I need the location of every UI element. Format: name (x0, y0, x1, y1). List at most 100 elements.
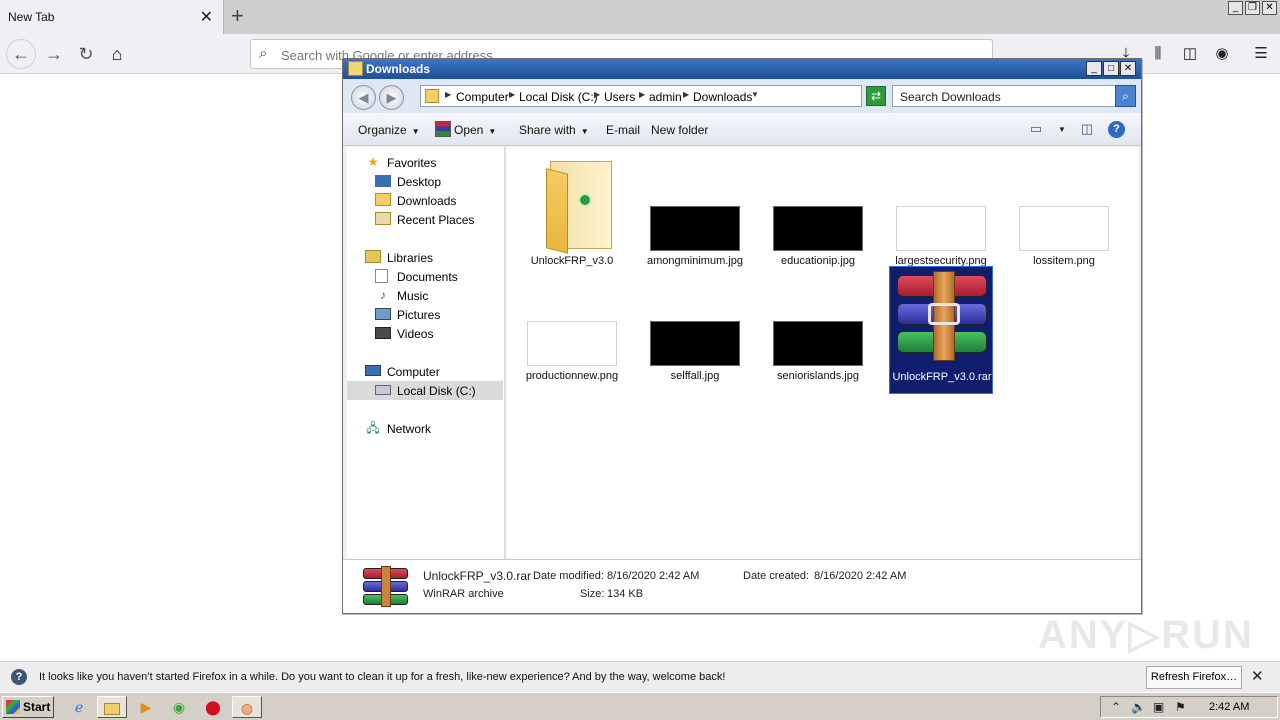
refresh-firefox-button[interactable]: Refresh Firefox… (1146, 666, 1242, 689)
close-icon[interactable]: ✕ (1262, 1, 1277, 15)
internet-explorer-icon[interactable]: ℯ (64, 696, 94, 718)
chevron-down-icon: ▼ (580, 127, 589, 136)
forward-arrow-icon[interactable]: → (40, 41, 68, 67)
breadcrumb-users[interactable]: Users (604, 90, 635, 104)
nav-label: Videos (397, 327, 434, 341)
share-with-button[interactable]: Share with ▼ (519, 123, 589, 137)
file-item[interactable]: lossitem.png (1012, 151, 1116, 277)
breadcrumb-admin[interactable]: admin (649, 90, 682, 104)
help-icon[interactable]: ? (1108, 121, 1125, 138)
image-thumbnail (650, 321, 740, 366)
minimize-icon[interactable]: _ (1086, 61, 1102, 76)
firefox-icon[interactable]: ◍ (232, 696, 262, 718)
file-item[interactable]: amongminimum.jpg (643, 151, 747, 277)
volume-icon[interactable]: 🔈 (1131, 700, 1146, 714)
opera-icon[interactable]: ⬤ (198, 696, 228, 718)
refresh-icon[interactable]: ⇄ (866, 86, 886, 106)
home-icon[interactable]: ⌂ (103, 41, 131, 67)
nav-music[interactable]: ♪ Music (347, 286, 503, 305)
breadcrumb-arrow-icon[interactable]: ▶ (445, 90, 451, 99)
file-item[interactable]: productionnew.png (520, 266, 624, 392)
nav-network[interactable]: 🖧 Network (347, 419, 503, 438)
browser-tab-bar: New Tab ✕ + _ ❐ ✕ (0, 0, 1280, 34)
disk-icon (375, 385, 391, 395)
forward-arrow-icon[interactable]: ▶ (379, 85, 404, 110)
tab-title: New Tab (8, 10, 55, 24)
tab-new-tab[interactable]: New Tab ✕ (0, 0, 224, 34)
address-bar[interactable]: ▶ Computer ▶ Local Disk (C:) ▶ Users ▶ a… (420, 85, 932, 107)
restore-icon[interactable]: ❐ (1245, 1, 1260, 15)
chevron-down-icon[interactable]: ▼ (1053, 125, 1071, 141)
show-hidden-icon[interactable]: ⌃ (1111, 700, 1121, 714)
close-icon[interactable]: ✕ (1120, 61, 1136, 76)
image-thumbnail (773, 321, 863, 366)
breadcrumb-local-disk[interactable]: Local Disk (C:) (519, 90, 598, 104)
breadcrumb-arrow-icon[interactable]: ▶ (683, 90, 689, 99)
clock[interactable]: 2:42 AM (1209, 701, 1249, 713)
file-name: lossitem.png (1033, 255, 1095, 267)
sidebar-icon[interactable]: ◫ (1178, 43, 1202, 65)
breadcrumb-arrow-icon[interactable]: ▶ (509, 90, 515, 99)
winrar-archive-icon (897, 271, 987, 361)
breadcrumb-arrow-icon[interactable]: ▼ (751, 90, 759, 99)
chrome-icon[interactable]: ◉ (164, 696, 194, 718)
nav-desktop[interactable]: Desktop (347, 172, 503, 191)
nav-libraries[interactable]: Libraries (347, 248, 503, 267)
nav-local-disk[interactable]: Local Disk (C:) (347, 381, 503, 400)
file-item[interactable]: UnlockFRP_v3.0 (520, 151, 624, 277)
nav-label: Network (387, 422, 432, 436)
nav-computer[interactable]: Computer (347, 362, 503, 381)
nav-label: Documents (397, 270, 458, 284)
view-options-icon[interactable]: ▭ (1027, 121, 1045, 137)
file-item[interactable]: selffall.jpg (643, 266, 747, 392)
nav-favorites[interactable]: ★ Favorites (347, 153, 503, 172)
tab-close-icon[interactable]: ✕ (200, 7, 213, 27)
breadcrumb-downloads[interactable]: Downloads (693, 90, 752, 104)
minimize-icon[interactable]: _ (1228, 1, 1243, 15)
start-button[interactable]: Start (2, 696, 54, 718)
image-thumbnail (650, 206, 740, 251)
menu-icon[interactable]: ☰ (1249, 43, 1273, 65)
explorer-taskbar-icon[interactable] (97, 696, 127, 718)
email-button[interactable]: E-mail (606, 123, 640, 137)
new-tab-button[interactable]: + (231, 3, 244, 29)
media-player-icon[interactable]: ▶ (131, 696, 161, 718)
action-center-flag-icon[interactable]: ⚑ (1175, 700, 1186, 714)
breadcrumb-computer[interactable]: Computer (456, 90, 509, 104)
maximize-icon[interactable]: □ (1103, 61, 1119, 76)
search-icon[interactable]: ⌕ (1115, 85, 1136, 107)
nav-documents[interactable]: Documents (347, 267, 503, 286)
file-name: seniorislands.jpg (777, 370, 859, 382)
search-input[interactable]: Search Downloads (892, 85, 1116, 107)
reload-icon[interactable]: ↻ (72, 41, 100, 67)
open-button[interactable]: Open ▼ (454, 123, 496, 137)
file-item[interactable]: largestsecurity.png (889, 151, 993, 277)
file-item[interactable]: educationip.jpg (766, 151, 870, 277)
account-icon[interactable]: ◉ (1210, 43, 1234, 65)
search-placeholder: Search Downloads (900, 90, 1001, 104)
nav-recent-places[interactable]: Recent Places (347, 210, 503, 229)
address-row: ◀ ▶ ▶ Computer ▶ Local Disk (C:) ▶ Users… (343, 79, 1141, 113)
nav-label: Music (397, 289, 429, 303)
explorer-title-bar[interactable]: Downloads _ □ ✕ (343, 59, 1141, 79)
breadcrumb-arrow-icon[interactable]: ▶ (594, 90, 600, 99)
folder-icon (348, 61, 363, 76)
close-icon[interactable]: ✕ (1251, 667, 1264, 685)
nav-videos[interactable]: Videos (347, 324, 503, 343)
library-icon[interactable]: ⫼ (1146, 43, 1170, 65)
nav-pictures[interactable]: Pictures (347, 305, 503, 324)
preview-pane-icon[interactable]: ◫ (1078, 121, 1096, 137)
organize-button[interactable]: Organize ▼ (358, 123, 420, 137)
network-icon[interactable]: ▣ (1153, 700, 1164, 714)
file-item[interactable]: seniorislands.jpg (766, 266, 870, 392)
file-item-selected[interactable]: UnlockFRP_v3.0.rar (889, 266, 993, 394)
winrar-archive-icon (363, 566, 408, 607)
back-arrow-icon[interactable]: ◀ (351, 85, 376, 110)
details-file-name: UnlockFRP_v3.0.rar (423, 569, 532, 583)
new-folder-button[interactable]: New folder (651, 123, 708, 137)
details-date-modified-label: Date modified: (533, 570, 604, 582)
breadcrumb-arrow-icon[interactable]: ▶ (639, 90, 645, 99)
nav-label: Pictures (397, 308, 441, 322)
nav-downloads[interactable]: Downloads (347, 191, 503, 210)
back-arrow-icon[interactable]: ← (6, 39, 36, 69)
